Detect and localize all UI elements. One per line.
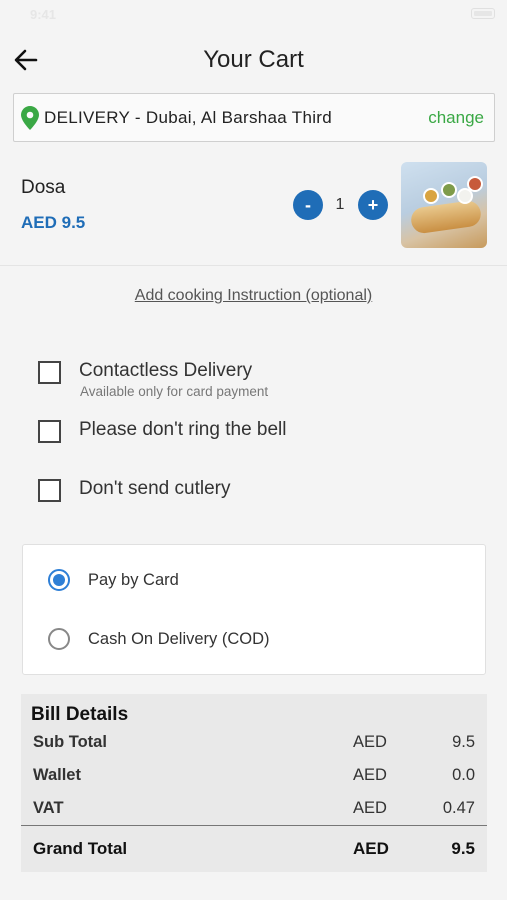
no-cutlery-checkbox[interactable] xyxy=(38,479,61,502)
location-pin-icon xyxy=(21,106,39,130)
bill-row-label: Sub Total xyxy=(33,733,107,751)
bill-row-value: 0.0 xyxy=(452,766,475,784)
battery-icon xyxy=(471,8,495,19)
bill-row-currency: AED xyxy=(353,799,387,817)
bill-row: Sub Total AED 9.5 xyxy=(21,733,487,755)
bill-divider xyxy=(21,825,487,826)
add-cooking-instruction-link[interactable]: Add cooking Instruction (optional) xyxy=(0,287,507,305)
bill-row: VAT AED 0.47 xyxy=(21,799,487,821)
chutney-bowl xyxy=(441,182,457,198)
no-bell-label: Please don't ring the bell xyxy=(79,419,287,440)
dosa-graphic xyxy=(409,199,483,235)
increase-quantity-button[interactable]: + xyxy=(358,190,388,220)
item-name: Dosa xyxy=(21,177,66,198)
grand-total-row: Grand Total AED 9.5 xyxy=(21,839,487,861)
item-price: AED 9.5 xyxy=(21,213,86,232)
delivery-address-label: DELIVERY - Dubai, Al Barshaa Third xyxy=(44,108,333,127)
bill-title: Bill Details xyxy=(31,704,129,725)
cart-item: Dosa AED 9.5 - 1 + xyxy=(0,154,507,266)
payment-method-box: Pay by Card Cash On Delivery (COD) xyxy=(22,544,486,675)
bill-row-currency: AED xyxy=(353,733,387,751)
cash-on-delivery-radio[interactable] xyxy=(48,628,70,650)
bill-details: Bill Details Sub Total AED 9.5 Wallet AE… xyxy=(21,694,487,872)
no-bell-checkbox[interactable] xyxy=(38,420,61,443)
no-cutlery-label: Don't send cutlery xyxy=(79,478,231,499)
contactless-delivery-label: Contactless Delivery xyxy=(79,360,253,381)
item-quantity: 1 xyxy=(335,196,345,213)
item-image xyxy=(401,162,487,248)
delivery-address-bar: DELIVERY - Dubai, Al Barshaa Third chang… xyxy=(13,93,495,142)
bill-row: Wallet AED 0.0 xyxy=(21,766,487,788)
bill-row-value: 9.5 xyxy=(452,733,475,751)
bill-row-value: 0.47 xyxy=(442,799,475,817)
header: Your Cart xyxy=(0,36,507,84)
grand-total-value: 9.5 xyxy=(451,839,475,858)
change-address-link[interactable]: change xyxy=(428,108,484,128)
decrease-quantity-button[interactable]: - xyxy=(293,190,323,220)
pay-by-card-radio[interactable] xyxy=(48,569,70,591)
pay-by-card-label[interactable]: Pay by Card xyxy=(88,571,179,590)
contactless-delivery-checkbox[interactable] xyxy=(38,361,61,384)
bill-row-label: Wallet xyxy=(33,766,81,784)
chutney-bowl xyxy=(423,188,439,204)
grand-total-currency: AED xyxy=(353,839,389,858)
status-bar: 9:41 xyxy=(0,0,507,28)
bill-row-currency: AED xyxy=(353,766,387,784)
cash-on-delivery-label[interactable]: Cash On Delivery (COD) xyxy=(88,630,270,649)
page-title: Your Cart xyxy=(203,46,304,73)
contactless-delivery-note: Available only for card payment xyxy=(80,384,269,399)
chutney-bowl xyxy=(467,176,483,192)
grand-total-label: Grand Total xyxy=(33,839,128,858)
status-time: 9:41 xyxy=(30,7,57,22)
bill-row-label: VAT xyxy=(33,799,64,817)
